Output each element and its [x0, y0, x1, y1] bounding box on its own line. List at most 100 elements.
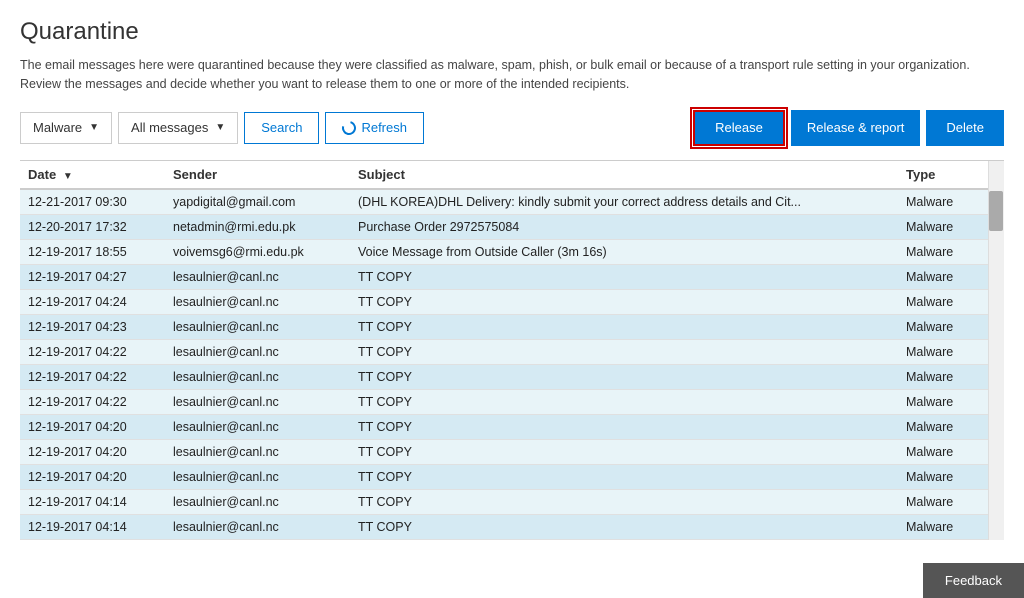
table-row[interactable]: 12-19-2017 04:22lesaulnier@canl.ncTT COP… — [20, 364, 1004, 389]
cell-subject: TT COPY — [350, 339, 898, 364]
cell-type: Malware — [898, 264, 988, 289]
col-header-type[interactable]: Type — [898, 161, 988, 189]
cell-sender: lesaulnier@canl.nc — [165, 289, 350, 314]
cell-date: 12-20-2017 17:32 — [20, 214, 165, 239]
cell-type: Malware — [898, 514, 988, 539]
cell-date: 12-19-2017 04:27 — [20, 264, 165, 289]
scrollbar-thumb[interactable] — [989, 191, 1003, 231]
table-header-row: Date ▼ Sender Subject Type — [20, 161, 1004, 189]
cell-date: 12-19-2017 04:14 — [20, 514, 165, 539]
table-row[interactable]: 12-19-2017 18:55voivemsg6@rmi.edu.pkVoic… — [20, 239, 1004, 264]
cell-subject: TT COPY — [350, 389, 898, 414]
scrollbar-track[interactable] — [988, 161, 1004, 540]
cell-type: Malware — [898, 389, 988, 414]
cell-date: 12-19-2017 04:22 — [20, 364, 165, 389]
table-row[interactable]: 12-19-2017 04:24lesaulnier@canl.ncTT COP… — [20, 289, 1004, 314]
table-row[interactable]: 12-21-2017 09:30yapdigital@gmail.com(DHL… — [20, 189, 1004, 215]
malware-filter-dropdown[interactable]: Malware ▼ — [20, 112, 112, 144]
cell-subject: TT COPY — [350, 289, 898, 314]
cell-date: 12-19-2017 04:20 — [20, 439, 165, 464]
cell-sender: lesaulnier@canl.nc — [165, 464, 350, 489]
cell-date: 12-19-2017 04:20 — [20, 464, 165, 489]
cell-type: Malware — [898, 439, 988, 464]
table-row[interactable]: 12-19-2017 04:20lesaulnier@canl.ncTT COP… — [20, 439, 1004, 464]
malware-chevron-icon: ▼ — [89, 122, 99, 133]
table-wrapper: Date ▼ Sender Subject Type 12-21-20 — [20, 160, 1004, 540]
cell-subject: Voice Message from Outside Caller (3m 16… — [350, 239, 898, 264]
table-row[interactable]: 12-19-2017 04:14lesaulnier@canl.ncTT COP… — [20, 514, 1004, 539]
table-row[interactable]: 12-19-2017 04:22lesaulnier@canl.ncTT COP… — [20, 339, 1004, 364]
all-messages-chevron-icon: ▼ — [215, 122, 225, 133]
cell-sender: lesaulnier@canl.nc — [165, 439, 350, 464]
table-row[interactable]: 12-19-2017 04:22lesaulnier@canl.ncTT COP… — [20, 389, 1004, 414]
table-row[interactable]: 12-19-2017 04:23lesaulnier@canl.ncTT COP… — [20, 314, 1004, 339]
cell-type: Malware — [898, 189, 988, 215]
cell-sender: lesaulnier@canl.nc — [165, 314, 350, 339]
cell-sender: lesaulnier@canl.nc — [165, 489, 350, 514]
cell-type: Malware — [898, 339, 988, 364]
refresh-button[interactable]: Refresh — [325, 112, 424, 144]
cell-type: Malware — [898, 314, 988, 339]
page-container: Quarantine The email messages here were … — [0, 0, 1024, 598]
cell-subject: TT COPY — [350, 439, 898, 464]
cell-sender: lesaulnier@canl.nc — [165, 514, 350, 539]
release-button[interactable]: Release — [693, 110, 785, 146]
cell-date: 12-19-2017 18:55 — [20, 239, 165, 264]
quarantine-table: Date ▼ Sender Subject Type 12-21-20 — [20, 161, 1004, 540]
cell-subject: Purchase Order 2972575084 — [350, 214, 898, 239]
table-row[interactable]: 12-19-2017 04:27lesaulnier@canl.ncTT COP… — [20, 264, 1004, 289]
cell-sender: lesaulnier@canl.nc — [165, 414, 350, 439]
cell-sender: lesaulnier@canl.nc — [165, 364, 350, 389]
table-row[interactable]: 12-20-2017 17:32netadmin@rmi.edu.pkPurch… — [20, 214, 1004, 239]
cell-date: 12-19-2017 04:20 — [20, 414, 165, 439]
table-row[interactable]: 12-19-2017 04:20lesaulnier@canl.ncTT COP… — [20, 414, 1004, 439]
cell-subject: TT COPY — [350, 264, 898, 289]
cell-date: 12-19-2017 04:24 — [20, 289, 165, 314]
cell-date: 12-19-2017 04:22 — [20, 339, 165, 364]
refresh-button-label: Refresh — [361, 120, 407, 135]
cell-sender: lesaulnier@canl.nc — [165, 389, 350, 414]
table-row[interactable]: 12-19-2017 04:20lesaulnier@canl.ncTT COP… — [20, 464, 1004, 489]
cell-type: Malware — [898, 364, 988, 389]
cell-date: 12-19-2017 04:23 — [20, 314, 165, 339]
delete-button-label: Delete — [946, 120, 984, 135]
malware-filter-label: Malware — [33, 120, 82, 135]
release-button-label: Release — [715, 120, 763, 135]
cell-subject: TT COPY — [350, 489, 898, 514]
page-title: Quarantine — [20, 18, 1004, 46]
release-report-button-label: Release & report — [807, 120, 905, 135]
feedback-button[interactable]: Feedback — [923, 563, 1024, 598]
cell-subject: TT COPY — [350, 414, 898, 439]
cell-subject: TT COPY — [350, 364, 898, 389]
cell-subject: TT COPY — [350, 464, 898, 489]
cell-date: 12-21-2017 09:30 — [20, 189, 165, 215]
cell-sender: yapdigital@gmail.com — [165, 189, 350, 215]
col-header-sender[interactable]: Sender — [165, 161, 350, 189]
all-messages-filter-label: All messages — [131, 120, 208, 135]
toolbar: Malware ▼ All messages ▼ Search Refresh … — [20, 110, 1004, 146]
col-header-subject[interactable]: Subject — [350, 161, 898, 189]
cell-date: 12-19-2017 04:14 — [20, 489, 165, 514]
cell-type: Malware — [898, 214, 988, 239]
cell-type: Malware — [898, 464, 988, 489]
cell-type: Malware — [898, 289, 988, 314]
cell-sender: lesaulnier@canl.nc — [165, 264, 350, 289]
cell-date: 12-19-2017 04:22 — [20, 389, 165, 414]
cell-sender: lesaulnier@canl.nc — [165, 339, 350, 364]
cell-subject: TT COPY — [350, 314, 898, 339]
search-button-label: Search — [261, 120, 302, 135]
cell-type: Malware — [898, 414, 988, 439]
cell-subject: (DHL KOREA)DHL Delivery: kindly submit y… — [350, 189, 898, 215]
cell-subject: TT COPY — [350, 514, 898, 539]
search-button[interactable]: Search — [244, 112, 319, 144]
table-row[interactable]: 12-19-2017 04:14lesaulnier@canl.ncTT COP… — [20, 489, 1004, 514]
cell-sender: netadmin@rmi.edu.pk — [165, 214, 350, 239]
cell-sender: voivemsg6@rmi.edu.pk — [165, 239, 350, 264]
col-header-date[interactable]: Date ▼ — [20, 161, 165, 189]
refresh-icon — [340, 118, 359, 137]
page-description: The email messages here were quarantined… — [20, 56, 1000, 94]
delete-button[interactable]: Delete — [926, 110, 1004, 146]
release-report-button[interactable]: Release & report — [791, 110, 921, 146]
all-messages-filter-dropdown[interactable]: All messages ▼ — [118, 112, 238, 144]
cell-type: Malware — [898, 489, 988, 514]
